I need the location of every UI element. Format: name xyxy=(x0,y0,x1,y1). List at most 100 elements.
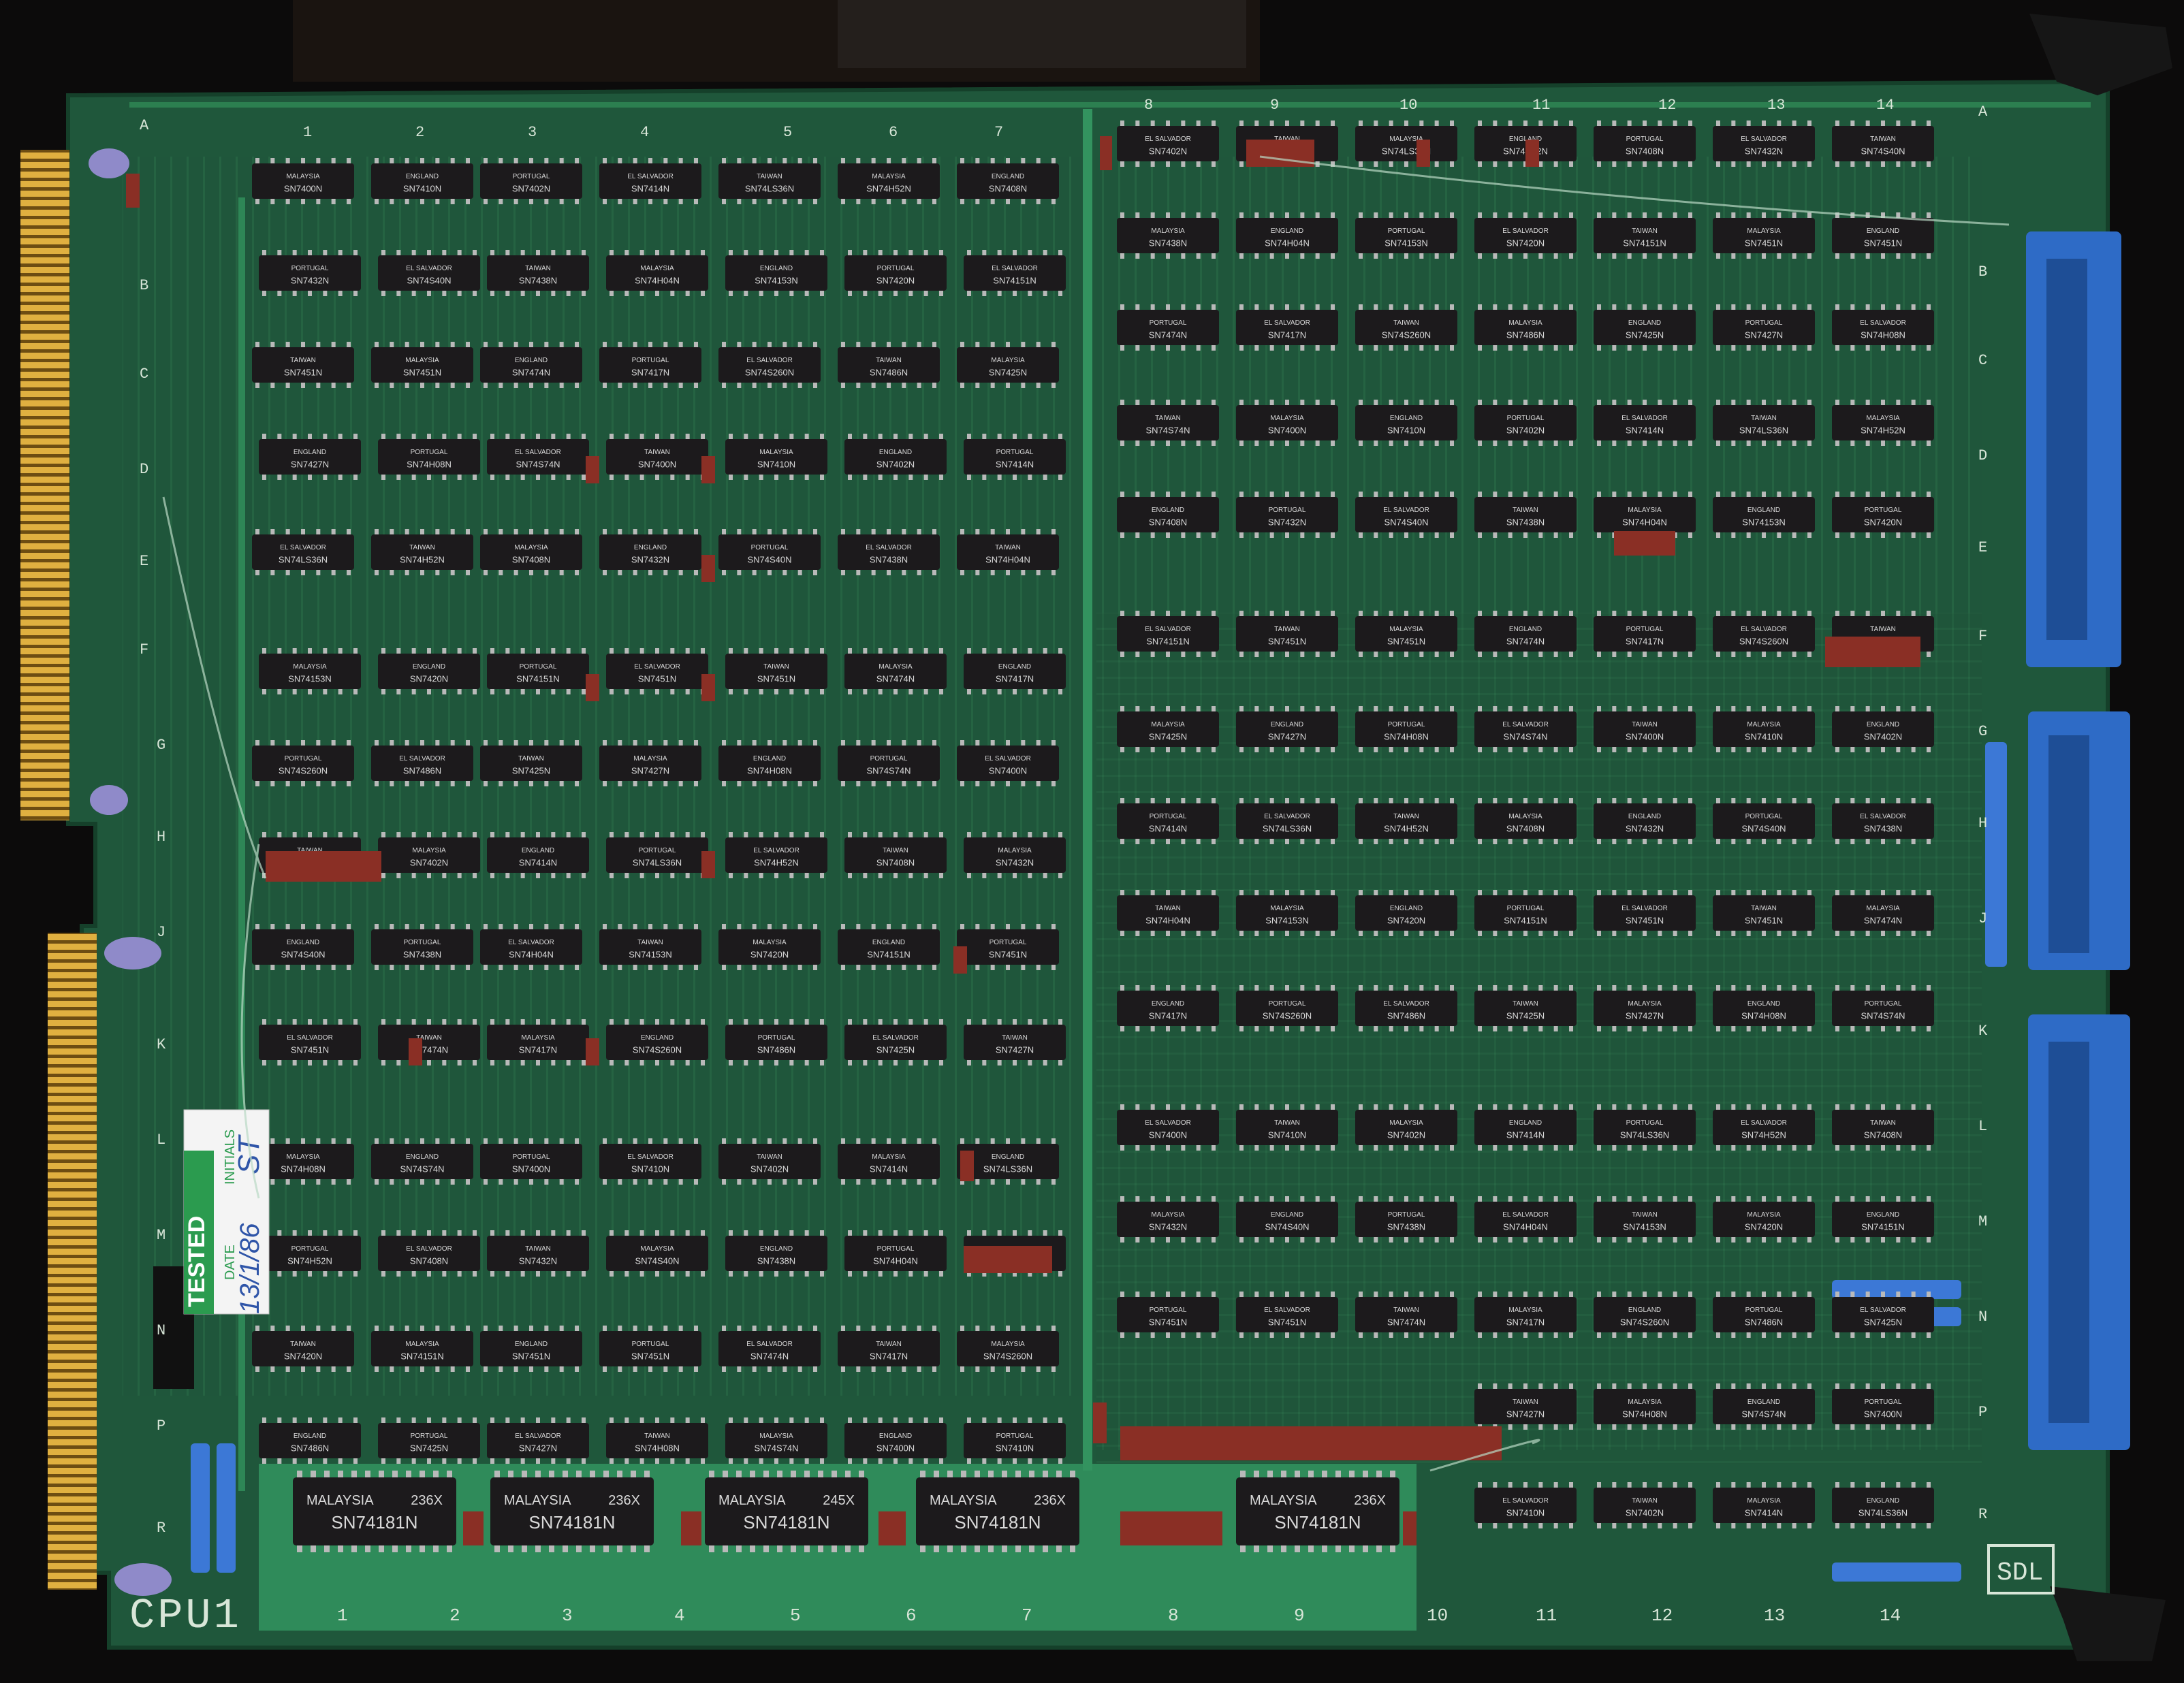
svg-text:SN74153N: SN74153N xyxy=(1384,238,1428,249)
svg-text:ENGLAND: ENGLAND xyxy=(1867,1497,1899,1505)
svg-text:MALAYSIA: MALAYSIA xyxy=(1628,1398,1662,1406)
svg-text:EL SALVADOR: EL SALVADOR xyxy=(1383,507,1429,514)
svg-text:ENGLAND: ENGLAND xyxy=(406,1153,439,1161)
alu-chip: MALAYSIA 236X SN74181N xyxy=(293,1471,456,1552)
ic-chip: EL SALVADOR SN7438N xyxy=(1832,798,1934,844)
ic-chip: MALAYSIA SN7408N xyxy=(480,529,582,575)
column-number: 14 xyxy=(1876,97,1894,114)
svg-text:SN7425N: SN7425N xyxy=(512,766,550,776)
ic-chip: PORTUGAL SN7432N xyxy=(1236,492,1338,538)
ic-chip: PORTUGAL SN7408N xyxy=(1594,121,1696,167)
svg-text:SN7425N: SN7425N xyxy=(1506,1011,1545,1021)
svg-text:SN74H52N: SN74H52N xyxy=(400,555,445,565)
ic-chip: PORTUGAL SN74S40N xyxy=(718,529,821,575)
ic-chip: ENGLAND SN74H04N xyxy=(1236,212,1338,259)
ic-chip: TAIWAN SN7408N xyxy=(844,832,947,878)
svg-text:SN7474N: SN7474N xyxy=(1387,1317,1425,1328)
row-letter: D xyxy=(140,461,148,478)
ic-chip: ENGLAND SN7414N xyxy=(1474,1104,1577,1151)
ic-chip: MALAYSIA SN7432N xyxy=(964,832,1066,878)
ic-chip: ENGLAND SN7427N xyxy=(259,434,361,480)
svg-text:TAIWAN: TAIWAN xyxy=(1155,415,1181,422)
svg-text:SN7438N: SN7438N xyxy=(757,1256,795,1266)
svg-text:SN7417N: SN7417N xyxy=(519,1045,557,1055)
svg-text:SN7451N: SN7451N xyxy=(1745,916,1783,926)
svg-text:TAIWAN: TAIWAN xyxy=(1393,319,1419,327)
svg-text:MALAYSIA: MALAYSIA xyxy=(759,1432,793,1440)
row-letter: A xyxy=(1978,103,1988,121)
svg-text:MALAYSIA: MALAYSIA xyxy=(1628,507,1662,514)
svg-text:SN7451N: SN7451N xyxy=(512,1351,550,1362)
svg-text:PORTUGAL: PORTUGAL xyxy=(1865,507,1902,514)
ic-chip: PORTUGAL SN74151N xyxy=(487,648,589,694)
svg-text:SN74S260N: SN74S260N xyxy=(1620,1317,1669,1328)
svg-text:SN7400N: SN7400N xyxy=(876,1443,915,1454)
ic-chip: EL SALVADOR SN7425N xyxy=(1832,1292,1934,1338)
svg-text:SN7438N: SN7438N xyxy=(1387,1222,1425,1232)
svg-text:SN7417N: SN7417N xyxy=(996,674,1034,684)
svg-text:SN7410N: SN7410N xyxy=(996,1443,1034,1454)
svg-text:SN7427N: SN7427N xyxy=(996,1045,1034,1055)
svg-text:MALAYSIA: MALAYSIA xyxy=(514,544,548,551)
svg-text:245X: 245X xyxy=(823,1493,855,1508)
ic-chip: PORTUGAL SN7438N xyxy=(1355,1196,1457,1243)
svg-text:SN74S260N: SN74S260N xyxy=(745,368,794,378)
svg-text:TAIWAN: TAIWAN xyxy=(1393,813,1419,820)
svg-text:SN7451N: SN7451N xyxy=(1626,916,1664,926)
svg-text:PORTUGAL: PORTUGAL xyxy=(520,663,557,671)
ic-chip: MALAYSIA SN7451N xyxy=(1713,212,1815,259)
svg-text:MALAYSIA: MALAYSIA xyxy=(1747,227,1781,235)
ic-chip: MALAYSIA SN7425N xyxy=(1117,706,1219,752)
ic-chip: MALAYSIA SN74153N xyxy=(259,648,361,694)
resistor-pack xyxy=(1100,136,1112,170)
ic-chip: PORTUGAL SN74153N xyxy=(1355,212,1457,259)
resistor-pack xyxy=(953,946,967,974)
svg-text:EL SALVADOR: EL SALVADOR xyxy=(1860,1307,1906,1314)
center-bus-trace xyxy=(1083,109,1092,1471)
ic-chip: EL SALVADOR SN74151N xyxy=(964,250,1066,296)
svg-text:EL SALVADOR: EL SALVADOR xyxy=(515,1432,561,1440)
svg-text:PORTUGAL: PORTUGAL xyxy=(1150,813,1187,820)
svg-text:MALAYSIA: MALAYSIA xyxy=(759,449,793,456)
svg-text:SN7432N: SN7432N xyxy=(519,1256,557,1266)
svg-text:TAIWAN: TAIWAN xyxy=(1632,1497,1658,1505)
ic-chip: ENGLAND SN7474N xyxy=(480,342,582,388)
row-letter: J xyxy=(157,924,165,941)
ic-chip: EL SALVADOR SN74H04N xyxy=(1474,1196,1577,1243)
svg-text:MALAYSIA: MALAYSIA xyxy=(1747,1211,1781,1219)
svg-text:SN74H04N: SN74H04N xyxy=(873,1256,918,1266)
row-letter: R xyxy=(157,1520,165,1537)
ic-chip: TAIWAN SN74H52N xyxy=(371,529,473,575)
ic-chip: PORTUGAL SN7474N xyxy=(1117,304,1219,351)
svg-text:PORTUGAL: PORTUGAL xyxy=(411,449,448,456)
svg-text:SN7451N: SN7451N xyxy=(284,368,322,378)
svg-text:SN74181N: SN74181N xyxy=(954,1512,1041,1533)
ic-chip: MALAYSIA SN74H04N xyxy=(606,250,708,296)
svg-text:SN74LS36N: SN74LS36N xyxy=(745,184,794,194)
svg-text:ENGLAND: ENGLAND xyxy=(522,847,554,854)
svg-text:EL SALVADOR: EL SALVADOR xyxy=(1264,813,1310,820)
column-number: 10 xyxy=(1399,97,1417,114)
ic-chip: MALAYSIA SN7432N xyxy=(1117,1196,1219,1243)
svg-text:PORTUGAL: PORTUGAL xyxy=(996,1432,1034,1440)
ic-chip: ENGLAND SN74LS36N xyxy=(1832,1482,1934,1528)
column-number: 9 xyxy=(1294,1605,1305,1626)
svg-text:EL SALVADOR: EL SALVADOR xyxy=(1383,1000,1429,1008)
svg-text:MALAYSIA: MALAYSIA xyxy=(640,265,674,272)
ic-chip: ENGLAND SN7408N xyxy=(957,158,1059,204)
ic-chip: MALAYSIA SN7414N xyxy=(838,1138,940,1185)
svg-text:EL SALVADOR: EL SALVADOR xyxy=(1741,626,1787,633)
ic-chip: PORTUGAL SN7417N xyxy=(599,342,701,388)
column-number: 12 xyxy=(1658,97,1676,114)
svg-text:SN74S40N: SN74S40N xyxy=(1861,146,1905,157)
svg-text:SN74H04N: SN74H04N xyxy=(1622,517,1667,528)
svg-text:TAIWAN: TAIWAN xyxy=(1274,626,1300,633)
ic-chip: PORTUGAL SN7432N xyxy=(259,250,361,296)
svg-text:TAIWAN: TAIWAN xyxy=(525,265,551,272)
resistor-pack xyxy=(1614,531,1675,556)
row-letter: L xyxy=(157,1132,165,1149)
svg-text:SN7451N: SN7451N xyxy=(757,674,795,684)
ic-chip: PORTUGAL SN74H08N xyxy=(378,434,480,480)
ic-chip: PORTUGAL SN74LS36N xyxy=(606,832,708,878)
svg-text:ENGLAND: ENGLAND xyxy=(1509,1119,1542,1127)
